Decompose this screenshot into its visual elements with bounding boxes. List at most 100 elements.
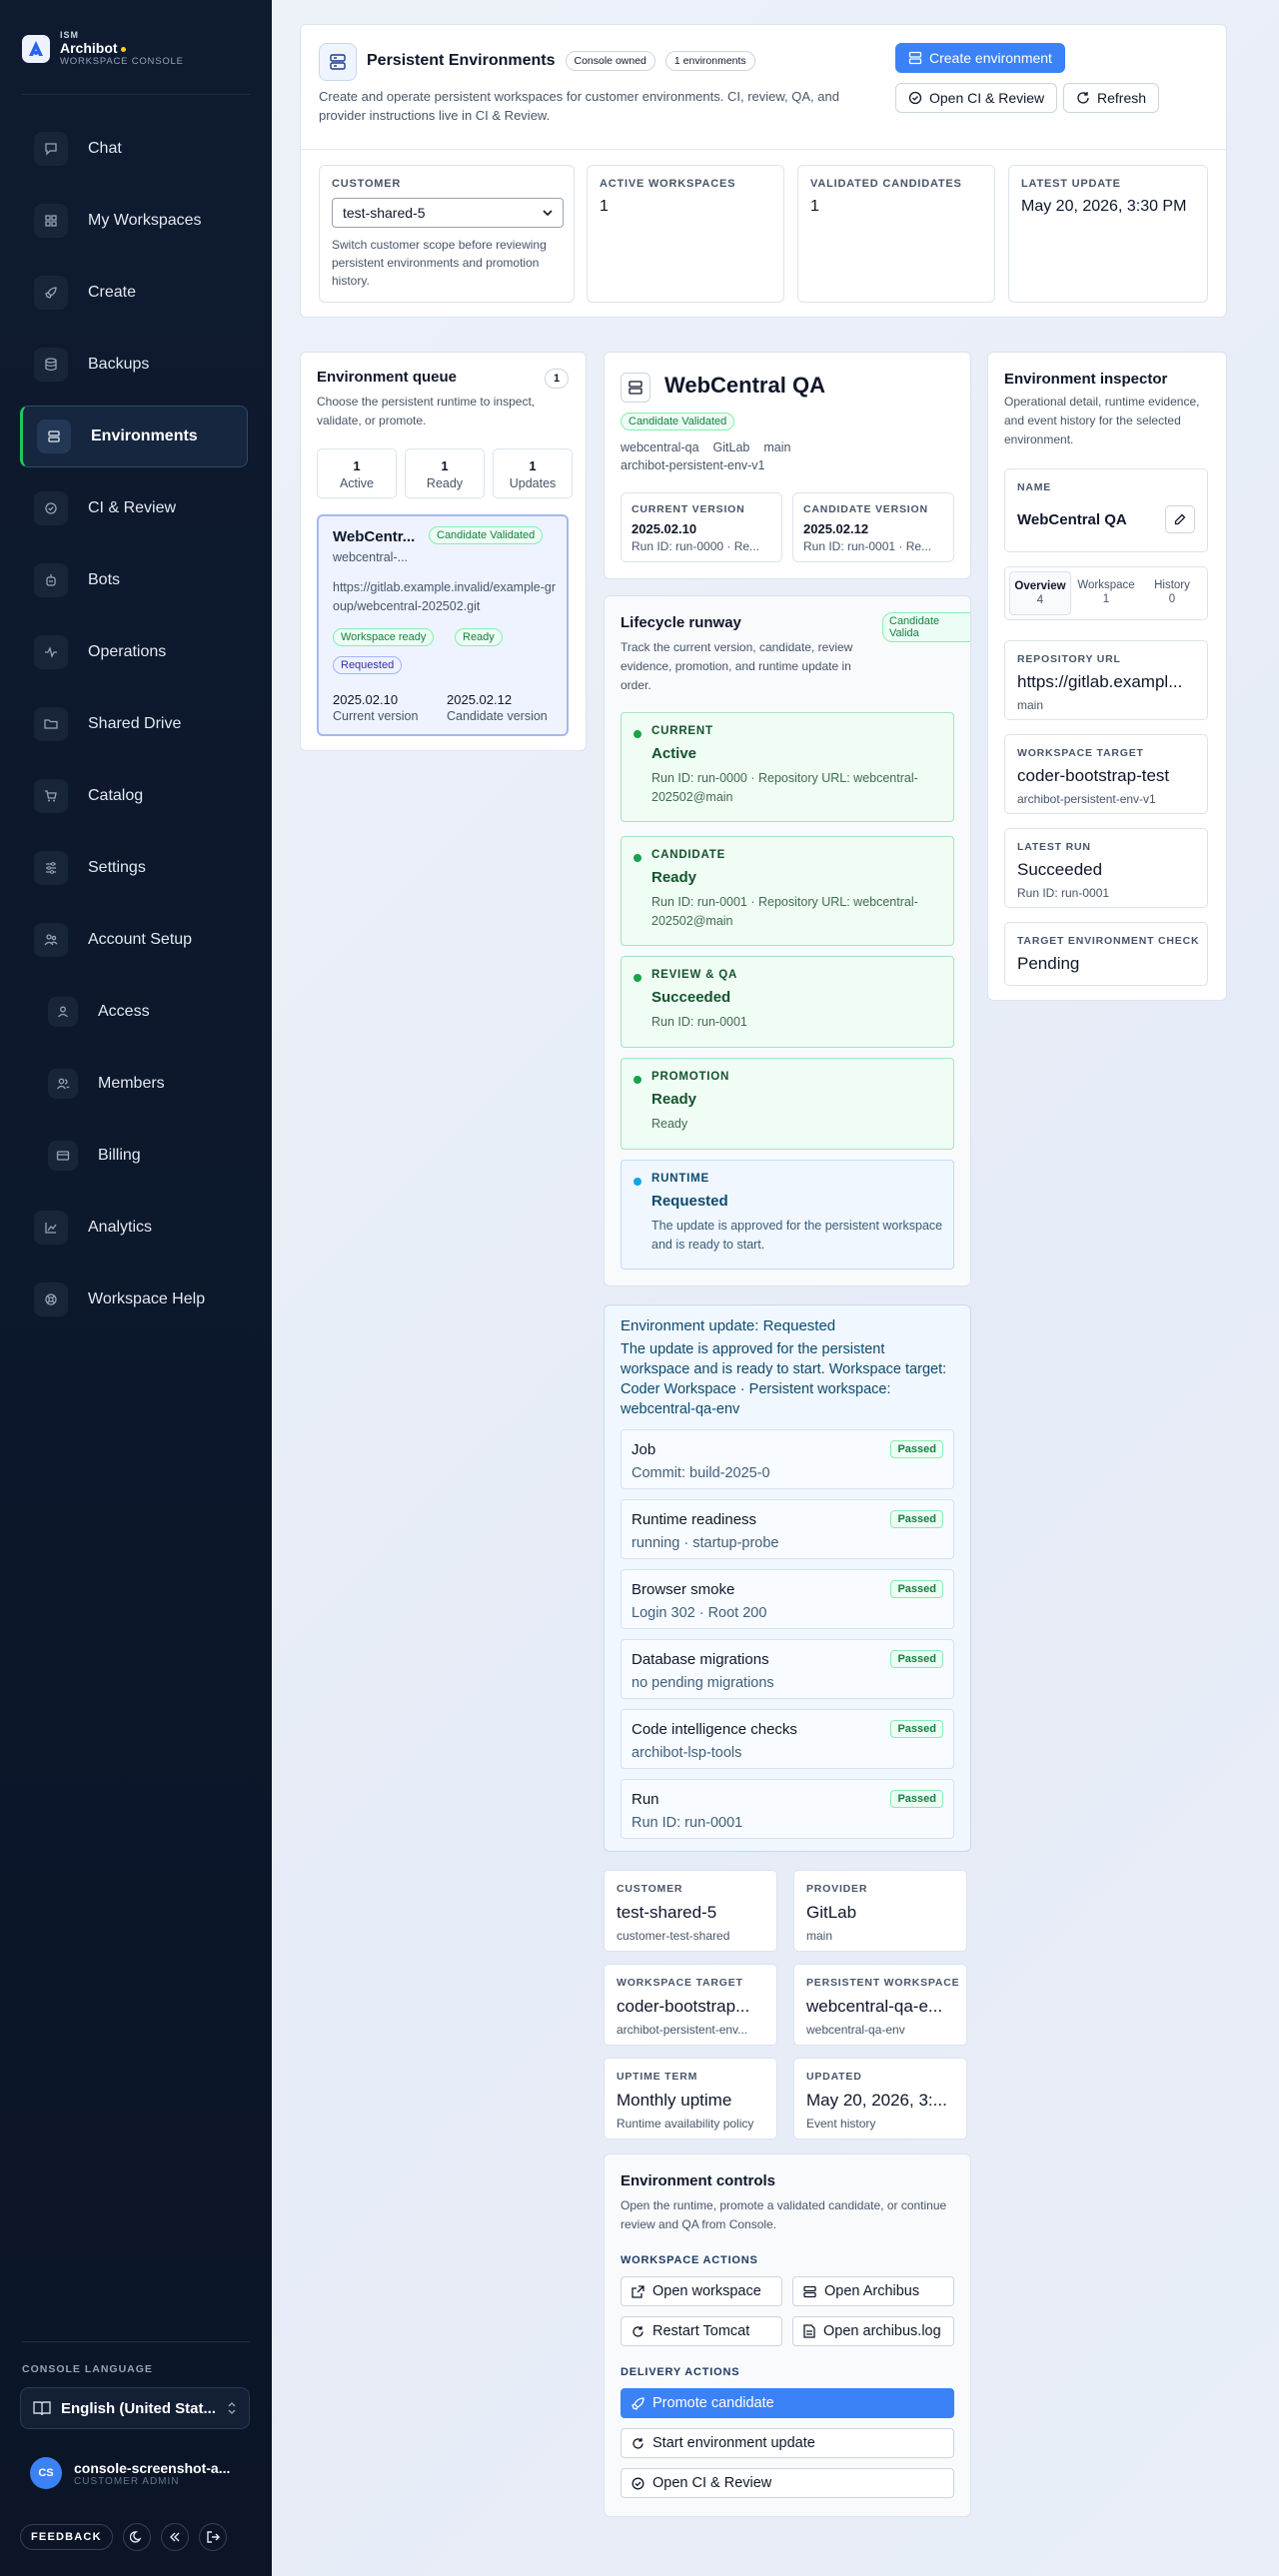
logout-button[interactable] xyxy=(198,2523,227,2551)
inspector-title: Environment inspector xyxy=(1004,371,1168,388)
candidate-version-run: Run ID: run-0001 · Re... xyxy=(803,539,932,553)
brand[interactable]: ISM Archibot WORKSPACE CONSOLE xyxy=(22,30,184,67)
queue-item-name: WebCentr... xyxy=(333,528,416,545)
active-workspaces-card: ACTIVE WORKSPACES 1 xyxy=(587,165,784,303)
candidate-version-value: 2025.02.12 xyxy=(803,521,869,536)
language-select[interactable]: English (United Stat... xyxy=(20,2387,250,2429)
open-workspace-button[interactable]: Open workspace xyxy=(621,2276,782,2306)
environment-detail-panel: WebCentral QA Candidate Validated webcen… xyxy=(604,352,971,579)
environment-template: archibot-persistent-env-v1 xyxy=(621,458,765,472)
workspace-actions-label: WORKSPACE ACTIONS xyxy=(621,2254,758,2266)
cart-icon xyxy=(34,779,68,813)
restart-tomcat-button[interactable]: Restart Tomcat xyxy=(621,2316,782,2346)
queue-stat-label: Updates xyxy=(509,476,557,490)
update-check-runtime-readiness: Runtime readiness running · startup-probe… xyxy=(621,1499,954,1559)
book-icon xyxy=(33,2400,51,2416)
refresh-button[interactable]: Refresh xyxy=(1063,83,1160,113)
queue-stat-ready[interactable]: 1 Ready xyxy=(405,448,485,498)
sidebar-item-create[interactable]: Create xyxy=(20,262,248,324)
queue-item-current-label: Current version xyxy=(333,709,419,723)
sidebar-item-label: Access xyxy=(98,1003,150,1020)
queue-stat-value: 1 xyxy=(353,458,361,473)
sidebar-item-access[interactable]: Access xyxy=(34,981,248,1043)
sidebar-item-environments[interactable]: Environments xyxy=(20,406,248,467)
info-sub: Event history xyxy=(806,2117,876,2131)
start-environment-update-button[interactable]: Start environment update xyxy=(621,2428,954,2458)
logout-icon xyxy=(206,2530,220,2544)
theme-toggle-button[interactable] xyxy=(122,2523,151,2551)
update-description: The update is approved for the persisten… xyxy=(621,1341,947,1417)
queue-description: Choose the persistent runtime to inspect… xyxy=(317,395,536,428)
sidebar-item-shared-drive[interactable]: Shared Drive xyxy=(20,693,248,755)
open-archibus-button[interactable]: Open Archibus xyxy=(792,2276,954,2306)
workspace-target-value: coder-bootstrap-test xyxy=(1017,766,1170,785)
sidebar-item-members[interactable]: Members xyxy=(34,1053,248,1115)
check-description: no pending migrations xyxy=(632,1675,774,1691)
queue-stat-active[interactable]: 1 Active xyxy=(317,448,397,498)
chevron-down-icon xyxy=(543,209,553,217)
validated-candidates-card: VALIDATED CANDIDATES 1 xyxy=(797,165,995,303)
queue-item-url: https://gitlab.example.invalid/example-g… xyxy=(333,580,557,613)
inspector-tab-overview[interactable]: Overview 4 xyxy=(1009,571,1071,615)
sidebar-item-backups[interactable]: Backups xyxy=(20,334,248,396)
info-value: GitLab xyxy=(806,1903,857,1922)
sidebar-item-label: Operations xyxy=(88,643,167,660)
target-environment-check-card: TARGET ENVIRONMENT CHECK Pending xyxy=(1004,922,1208,986)
sidebar-item-operations[interactable]: Operations xyxy=(20,621,248,683)
sidebar-item-chat[interactable]: Chat xyxy=(20,118,248,180)
sidebar-item-account-setup[interactable]: Account Setup xyxy=(20,909,248,971)
queue-stat-label: Active xyxy=(339,476,375,490)
sidebar-item-label: Catalog xyxy=(88,787,144,804)
customer-select[interactable]: test-shared-5 xyxy=(332,198,564,228)
sidebar-item-analytics[interactable]: Analytics xyxy=(20,1197,248,1259)
header-divider xyxy=(301,149,1226,150)
sidebar-item-workspace-help[interactable]: Workspace Help xyxy=(20,1269,248,1330)
page-title: Persistent Environments xyxy=(367,52,556,69)
environments-count-badge: 1 environments xyxy=(664,51,755,71)
chart-icon xyxy=(34,1211,68,1245)
environment-meta: webcentral-qa GitLab main xyxy=(621,440,790,454)
check-circle-icon xyxy=(632,2477,644,2490)
controls-title: Environment controls xyxy=(621,2172,776,2189)
sidebar-item-my-workspaces[interactable]: My Workspaces xyxy=(20,190,248,252)
workspace-ready-tag: Workspace ready xyxy=(333,628,435,646)
sidebar-item-label: Workspace Help xyxy=(88,1290,206,1307)
info-sub: Runtime availability policy xyxy=(617,2117,754,2131)
queue-stat-updates[interactable]: 1 Updates xyxy=(493,448,573,498)
inspector-tab-history[interactable]: History 0 xyxy=(1141,571,1203,615)
check-description: Login 302 · Root 200 xyxy=(632,1605,767,1621)
promote-candidate-button[interactable]: Promote candidate xyxy=(621,2388,954,2418)
open-ci-review-button[interactable]: Open CI & Review xyxy=(895,83,1058,113)
sidebar-item-billing[interactable]: Billing xyxy=(34,1125,248,1187)
info-value: May 20, 2026, 3:... xyxy=(806,2091,947,2110)
queue-item-candidate-label: Candidate version xyxy=(447,709,548,723)
create-environment-button[interactable]: Create environment xyxy=(895,43,1065,73)
sidebar: ISM Archibot WORKSPACE CONSOLE Chat My Wo… xyxy=(0,0,272,2576)
server-icon xyxy=(37,420,71,453)
stage-label: REVIEW & QA xyxy=(651,969,738,981)
environment-branch: main xyxy=(763,440,791,454)
sidebar-item-settings[interactable]: Settings xyxy=(20,837,248,899)
collapse-sidebar-button[interactable] xyxy=(160,2523,189,2551)
feedback-button[interactable]: FEEDBACK xyxy=(20,2524,113,2550)
edit-name-button[interactable] xyxy=(1165,505,1195,533)
inspector-tab-workspace[interactable]: Workspace 1 xyxy=(1075,571,1137,615)
sidebar-item-ci-review[interactable]: CI & Review xyxy=(20,477,248,539)
user-profile[interactable]: CS console-screenshot-a... CUSTOMER ADMI… xyxy=(30,2457,230,2489)
sidebar-item-catalog[interactable]: Catalog xyxy=(20,765,248,827)
check-status-badge: Passed xyxy=(890,1510,943,1528)
repository-url-value[interactable]: https://gitlab.exampl... xyxy=(1017,672,1197,692)
repository-url-label: REPOSITORY URL xyxy=(1017,653,1121,665)
runway-stage-current: CURRENT Active Run ID: run-0000 · Reposito… xyxy=(621,712,954,822)
check-name: Code intelligence checks xyxy=(632,1721,797,1738)
sidebar-item-bots[interactable]: Bots xyxy=(20,549,248,611)
brand-subtitle: WORKSPACE CONSOLE xyxy=(60,56,184,67)
create-environment-label: Create environment xyxy=(929,50,1052,66)
customer-label: CUSTOMER xyxy=(332,178,402,190)
info-card-updated: UPDATED May 20, 2026, 3:... Event history xyxy=(793,2058,967,2140)
environment-queue-item[interactable]: WebCentr... Candidate Validated webcentr… xyxy=(317,514,569,736)
controls-open-ci-review-button[interactable]: Open CI & Review xyxy=(621,2468,954,2498)
open-archibus-log-button[interactable]: Open archibus.log xyxy=(792,2316,954,2346)
update-check-code-intelligence-checks: Code intelligence checks archibot-lsp-too… xyxy=(621,1709,954,1769)
refresh-icon xyxy=(632,2437,644,2450)
